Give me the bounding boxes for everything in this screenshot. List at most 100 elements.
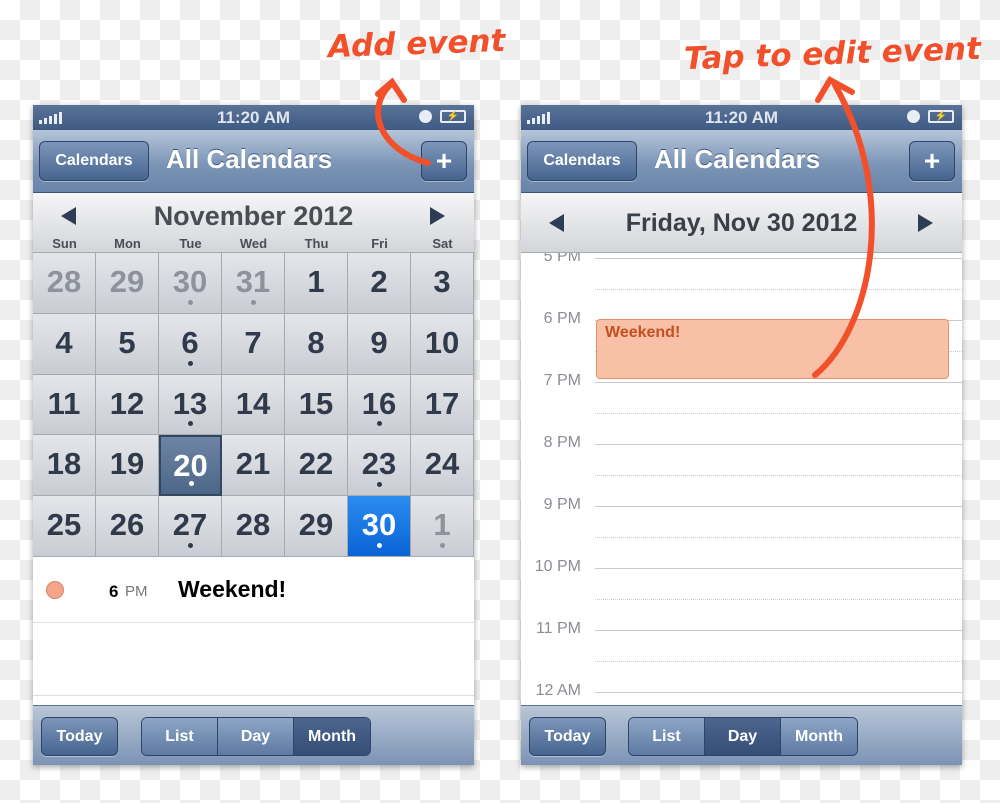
day-number: 22 <box>298 446 334 482</box>
day-cell[interactable]: 27 <box>159 496 222 557</box>
weekday-label: Sun <box>52 236 77 251</box>
event-ampm: PM <box>125 583 148 600</box>
day-cell[interactable]: 6 <box>159 313 222 375</box>
day-cell[interactable]: 8 <box>285 313 348 375</box>
day-cell[interactable]: 1 <box>285 253 348 314</box>
day-cell[interactable]: 12 <box>96 374 159 436</box>
add-event-button[interactable]: + <box>909 141 955 181</box>
day-cell[interactable]: 10 <box>411 313 474 375</box>
view-day-tab[interactable]: Day <box>218 718 294 755</box>
day-cell[interactable]: 3 <box>411 253 474 314</box>
event-dot <box>251 299 256 305</box>
half-hour-line <box>595 475 962 476</box>
day-cell[interactable]: 18 <box>33 435 96 497</box>
day-cell[interactable]: 29 <box>96 253 159 314</box>
half-hour-line <box>595 413 962 414</box>
day-number: 18 <box>46 446 82 482</box>
alarm-clock-icon <box>907 110 920 123</box>
day-cell[interactable]: 9 <box>348 313 411 375</box>
add-event-button[interactable]: + <box>421 141 467 181</box>
view-month-tab[interactable]: Month <box>294 718 370 755</box>
event-title: Weekend! <box>605 324 681 341</box>
today-button[interactable]: Today <box>41 717 118 756</box>
day-cell[interactable]: 29 <box>285 496 348 557</box>
day-cell[interactable]: 20 <box>159 435 222 497</box>
event-dot <box>188 542 193 548</box>
day-number: 9 <box>370 324 388 360</box>
event-dot <box>377 542 382 548</box>
day-number: 31 <box>235 264 271 299</box>
day-number: 10 <box>424 324 460 360</box>
day-cell[interactable]: 30 <box>159 253 222 314</box>
day-number: 20 <box>173 448 208 484</box>
day-cell[interactable]: 31 <box>222 253 285 314</box>
view-list-tab[interactable]: List <box>629 718 705 755</box>
day-cell[interactable]: 17 <box>411 374 474 436</box>
half-hour-line <box>595 289 962 290</box>
hour-line <box>595 258 962 259</box>
day-cell[interactable]: 2 <box>348 253 411 314</box>
day-cell[interactable]: 1 <box>411 496 474 557</box>
tap-to-edit-annotation: Tap to edit event <box>683 30 982 78</box>
day-cell[interactable]: 19 <box>96 435 159 497</box>
hour-label: 9 PM <box>543 496 581 513</box>
weekday-label: Wed <box>239 236 268 251</box>
calendars-button[interactable]: Calendars <box>527 141 637 181</box>
hour-label: 10 PM <box>534 558 581 575</box>
event-block[interactable]: Weekend! <box>596 319 949 379</box>
day-cell[interactable]: 21 <box>222 435 285 497</box>
weekday-label: Thu <box>304 236 329 251</box>
day-cell[interactable]: 24 <box>411 435 474 497</box>
day-cell[interactable]: 5 <box>96 313 159 375</box>
status-time: 11:20 AM <box>704 108 779 127</box>
view-list-tab[interactable]: List <box>142 718 218 755</box>
bottom-toolbar: Today List Day Month <box>521 705 962 765</box>
view-day-tab[interactable]: Day <box>705 718 781 755</box>
day-cell[interactable]: 15 <box>285 374 348 436</box>
day-cell[interactable]: 28 <box>33 253 96 314</box>
event-dot <box>377 421 382 427</box>
day-number: 17 <box>424 385 460 421</box>
day-cell[interactable]: 16 <box>348 374 411 436</box>
day-number: 8 <box>307 324 325 360</box>
day-cell[interactable]: 14 <box>222 374 285 436</box>
event-list-item[interactable]: 6 PM Weekend! <box>33 557 474 623</box>
day-cell[interactable]: 11 <box>33 374 96 436</box>
day-number: 14 <box>235 385 271 421</box>
day-cell[interactable]: 4 <box>33 313 96 375</box>
day-number: 29 <box>298 507 334 543</box>
weekday-label: Sat <box>432 236 453 251</box>
day-cell[interactable]: 30 <box>348 496 411 557</box>
next-month-button[interactable] <box>430 207 445 225</box>
day-number: 7 <box>244 324 262 360</box>
event-dot <box>188 481 194 487</box>
day-cell[interactable]: 22 <box>285 435 348 497</box>
hour-line <box>595 630 962 631</box>
half-hour-line <box>595 661 962 662</box>
day-number: 30 <box>361 507 397 543</box>
day-cell[interactable]: 13 <box>159 374 222 436</box>
calendars-button[interactable]: Calendars <box>39 141 149 181</box>
event-dot <box>440 542 445 548</box>
half-hour-line <box>595 599 962 600</box>
day-cell[interactable]: 23 <box>348 435 411 497</box>
calendar-color-dot <box>46 581 64 599</box>
day-cell[interactable]: 25 <box>33 496 96 557</box>
next-day-button[interactable] <box>918 214 933 232</box>
day-number: 30 <box>172 264 208 299</box>
day-timeline[interactable]: Weekend! 5 PM 6 PM 7 PM 8 PM 9 PM 10 PM 11 PM 1… <box>521 253 962 705</box>
day-cell[interactable]: 28 <box>222 496 285 557</box>
hour-label: 12 AM <box>535 682 581 699</box>
hour-label: 6 PM <box>543 310 581 327</box>
day-cell[interactable]: 7 <box>222 313 285 375</box>
day-header: Friday, Nov 30 2012 <box>521 193 962 253</box>
today-button[interactable]: Today <box>529 717 606 756</box>
hour-line <box>595 506 962 507</box>
weekday-label: Tue <box>179 236 202 251</box>
hour-line <box>595 444 962 445</box>
day-cell[interactable]: 26 <box>96 496 159 557</box>
day-number: 27 <box>172 507 208 543</box>
status-time: 11:20 AM <box>216 108 291 127</box>
view-switcher: List Day Month <box>628 717 858 756</box>
view-month-tab[interactable]: Month <box>781 718 857 755</box>
